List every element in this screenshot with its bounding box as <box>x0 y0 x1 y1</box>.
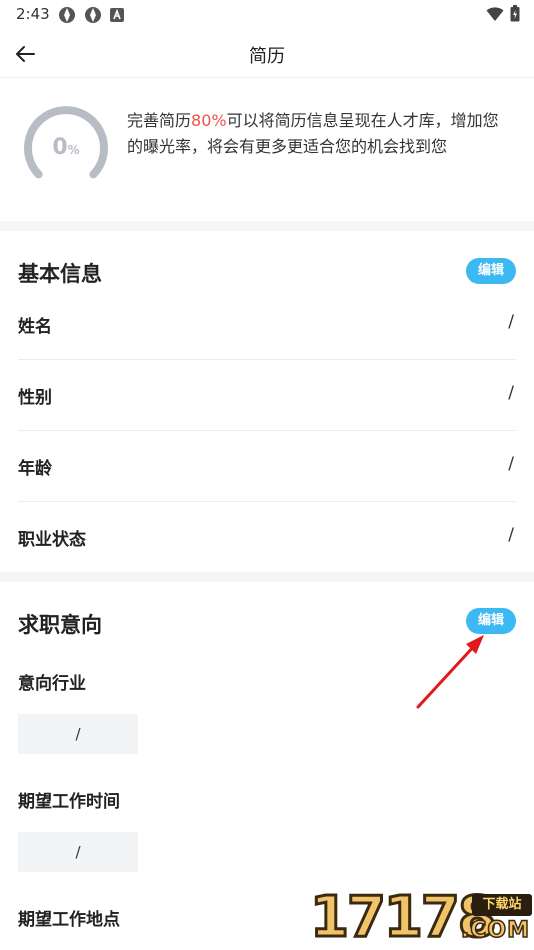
completion-description: 完善简历80%可以将简历信息呈现在人才库，增加您的曝光率，将会有更多更适合您的机… <box>127 108 512 160</box>
watermark-tag: 下载站 <box>472 894 532 916</box>
app-notification-icon <box>59 7 75 23</box>
app-header: 简历 <box>0 30 534 78</box>
resume-completion-section: 0% 完善简历80%可以将简历信息呈现在人才库，增加您的曝光率，将会有更多更适合… <box>0 79 534 221</box>
info-row-age[interactable]: 年龄 / <box>18 431 516 502</box>
info-row-gender[interactable]: 性别 / <box>18 360 516 431</box>
field-label-industry: 意向行业 <box>18 674 86 694</box>
section-divider <box>0 221 534 231</box>
battery-icon <box>510 5 520 22</box>
info-row-career-status[interactable]: 职业状态 / <box>18 502 516 573</box>
completion-unit: % <box>67 143 80 157</box>
watermark-suffix: .COM <box>460 917 530 944</box>
page-title: 简历 <box>249 46 285 67</box>
info-label: 职业状态 <box>18 530 86 550</box>
info-value: / <box>508 454 514 474</box>
status-bar: 2:43 <box>0 0 534 30</box>
info-row-name[interactable]: 姓名 / <box>18 289 516 360</box>
keyboard-a-icon <box>110 8 124 22</box>
work-time-tag: / <box>18 832 138 872</box>
wifi-icon <box>486 6 504 21</box>
info-value: / <box>508 525 514 545</box>
info-value: / <box>508 312 514 332</box>
status-time: 2:43 <box>16 5 50 23</box>
annotation-arrow-icon <box>416 635 484 709</box>
completion-value: 0 <box>52 135 68 160</box>
info-value: / <box>508 383 514 403</box>
completion-percent: 0% <box>24 135 108 160</box>
desc-prefix: 完善简历 <box>127 111 192 130</box>
desc-highlight: 80% <box>191 111 227 130</box>
app-notification-icon <box>85 7 101 23</box>
site-watermark-logo: 17178 下载站 .COM <box>308 884 534 950</box>
system-icons <box>486 5 520 22</box>
job-intention-title: 求职意向 <box>18 613 102 637</box>
basic-info-edit-button[interactable]: 编辑 <box>466 258 516 284</box>
field-label-work-location: 期望工作地点 <box>18 910 120 930</box>
field-label-work-time: 期望工作时间 <box>18 792 120 812</box>
info-label: 性别 <box>18 388 52 408</box>
industry-tag: / <box>18 714 138 754</box>
info-label: 姓名 <box>18 317 52 337</box>
info-label: 年龄 <box>18 459 52 479</box>
section-divider <box>0 572 534 582</box>
notification-icons <box>58 6 124 24</box>
basic-info-title: 基本信息 <box>18 262 102 286</box>
